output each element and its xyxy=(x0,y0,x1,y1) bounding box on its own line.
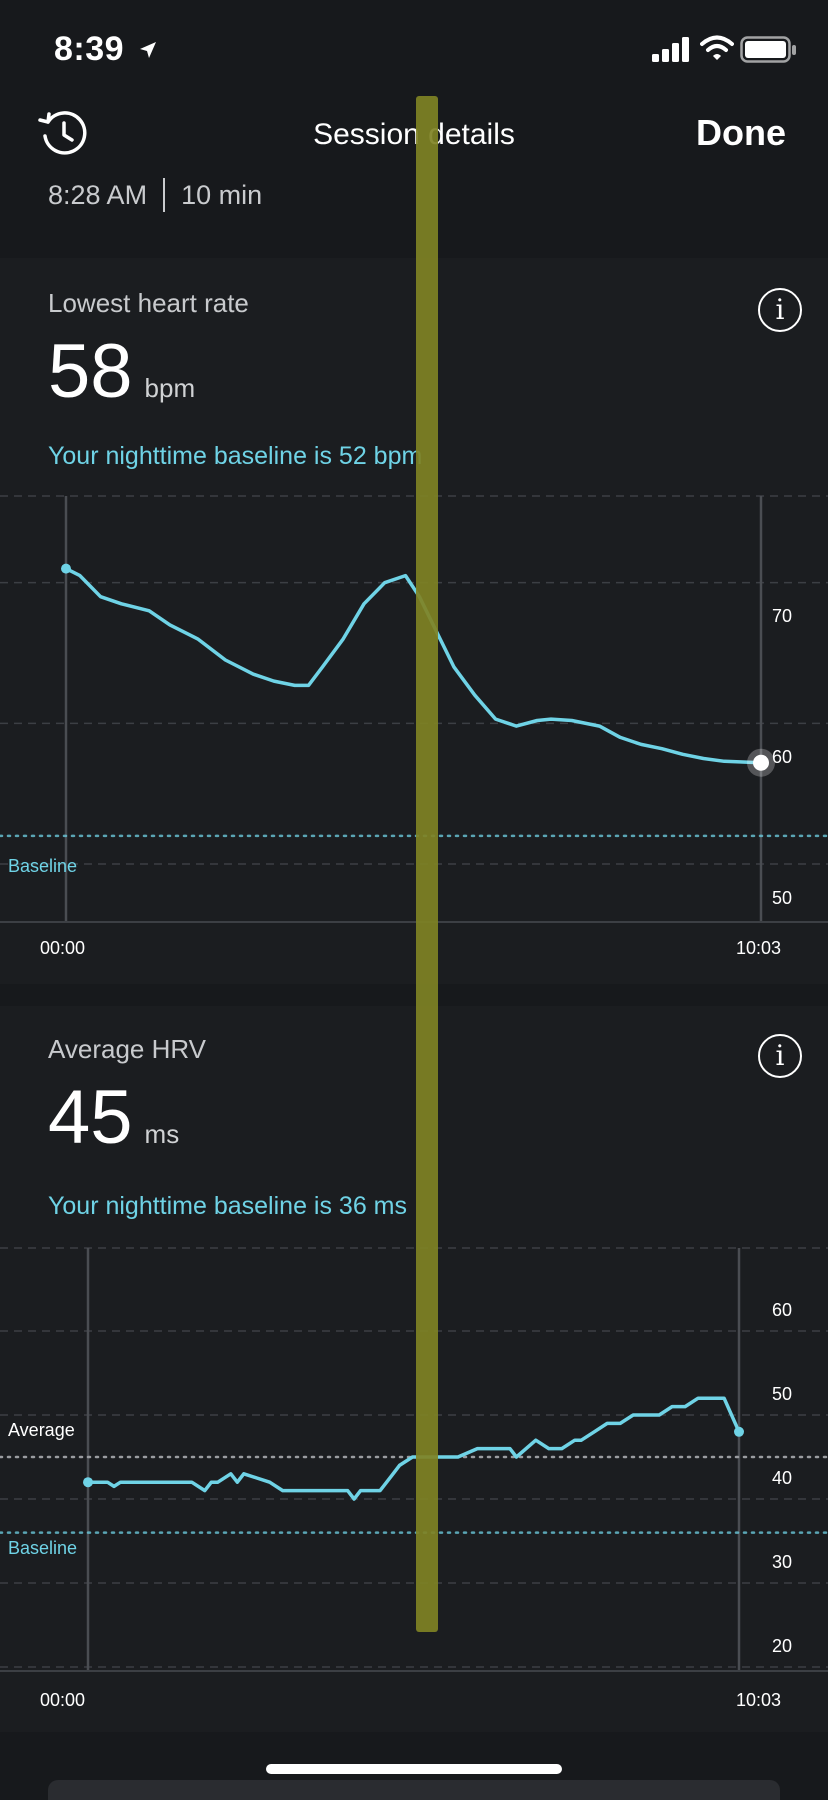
session-info: 8:28 AM 10 min xyxy=(48,178,262,212)
metric-value: 58 xyxy=(48,329,133,414)
home-indicator[interactable] xyxy=(266,1764,562,1774)
location-arrow-icon xyxy=(140,42,156,58)
baseline-label: Baseline xyxy=(8,856,78,876)
cellular-signal-icon xyxy=(652,37,689,62)
y-tick-label: 50 xyxy=(772,888,793,908)
metric-value-row: 45 ms xyxy=(48,1074,179,1161)
y-tick-label: 50 xyxy=(772,1384,793,1404)
scrub-highlight-bar[interactable] xyxy=(416,96,438,1632)
session-start-time: 8:28 AM xyxy=(48,179,148,210)
y-tick-label: 70 xyxy=(772,606,793,626)
info-icon: i xyxy=(775,293,785,326)
x-axis-start: 00:00 xyxy=(40,938,86,958)
baseline-text: Your nighttime baseline is 52 bpm xyxy=(48,442,423,470)
metric-value: 45 xyxy=(48,1075,133,1160)
info-button[interactable]: i xyxy=(758,288,802,332)
baseline-label: Baseline xyxy=(8,1538,78,1558)
metric-unit: ms xyxy=(144,1119,180,1149)
status-time: 8:39 xyxy=(54,30,125,68)
x-axis-end: 10:03 xyxy=(736,1690,782,1710)
average-label: Average xyxy=(8,1420,75,1440)
y-tick-label: 30 xyxy=(772,1552,793,1572)
y-tick-label: 60 xyxy=(772,747,793,767)
metric-value-row: 58 bpm xyxy=(48,328,195,415)
y-tick-label: 40 xyxy=(772,1468,793,1488)
start-point xyxy=(83,1477,93,1488)
lowest-heart-rate-card: Lowest heart rate 58 bpm Your nighttime … xyxy=(0,258,828,984)
card-title: Average HRV xyxy=(48,1034,207,1064)
y-tick-label: 20 xyxy=(772,1636,793,1656)
battery-icon xyxy=(740,36,796,63)
session-duration: 10 min xyxy=(181,179,263,210)
done-button[interactable]: Done xyxy=(696,112,786,154)
bottom-sheet-edge xyxy=(48,1780,780,1800)
divider xyxy=(163,178,166,212)
start-point xyxy=(61,563,71,574)
hrv-chart xyxy=(0,1247,828,1672)
info-button[interactable]: i xyxy=(758,1034,802,1078)
status-bar: 8:39 xyxy=(0,0,828,96)
heart-rate-chart xyxy=(0,495,828,923)
card-title: Lowest heart rate xyxy=(48,288,249,318)
end-point xyxy=(734,1426,744,1437)
average-hrv-card: Average HRV 45 ms Your nighttime baselin… xyxy=(0,1006,828,1732)
metric-unit: bpm xyxy=(144,373,196,403)
x-axis-start: 00:00 xyxy=(40,1690,86,1710)
y-tick-label: 60 xyxy=(772,1300,793,1320)
x-axis-end: 10:03 xyxy=(736,938,782,958)
baseline-text: Your nighttime baseline is 36 ms xyxy=(48,1192,407,1220)
series-line xyxy=(86,1396,741,1501)
end-point xyxy=(753,754,769,771)
wifi-icon xyxy=(700,35,734,60)
series-line xyxy=(64,566,763,765)
info-icon: i xyxy=(775,1039,785,1072)
